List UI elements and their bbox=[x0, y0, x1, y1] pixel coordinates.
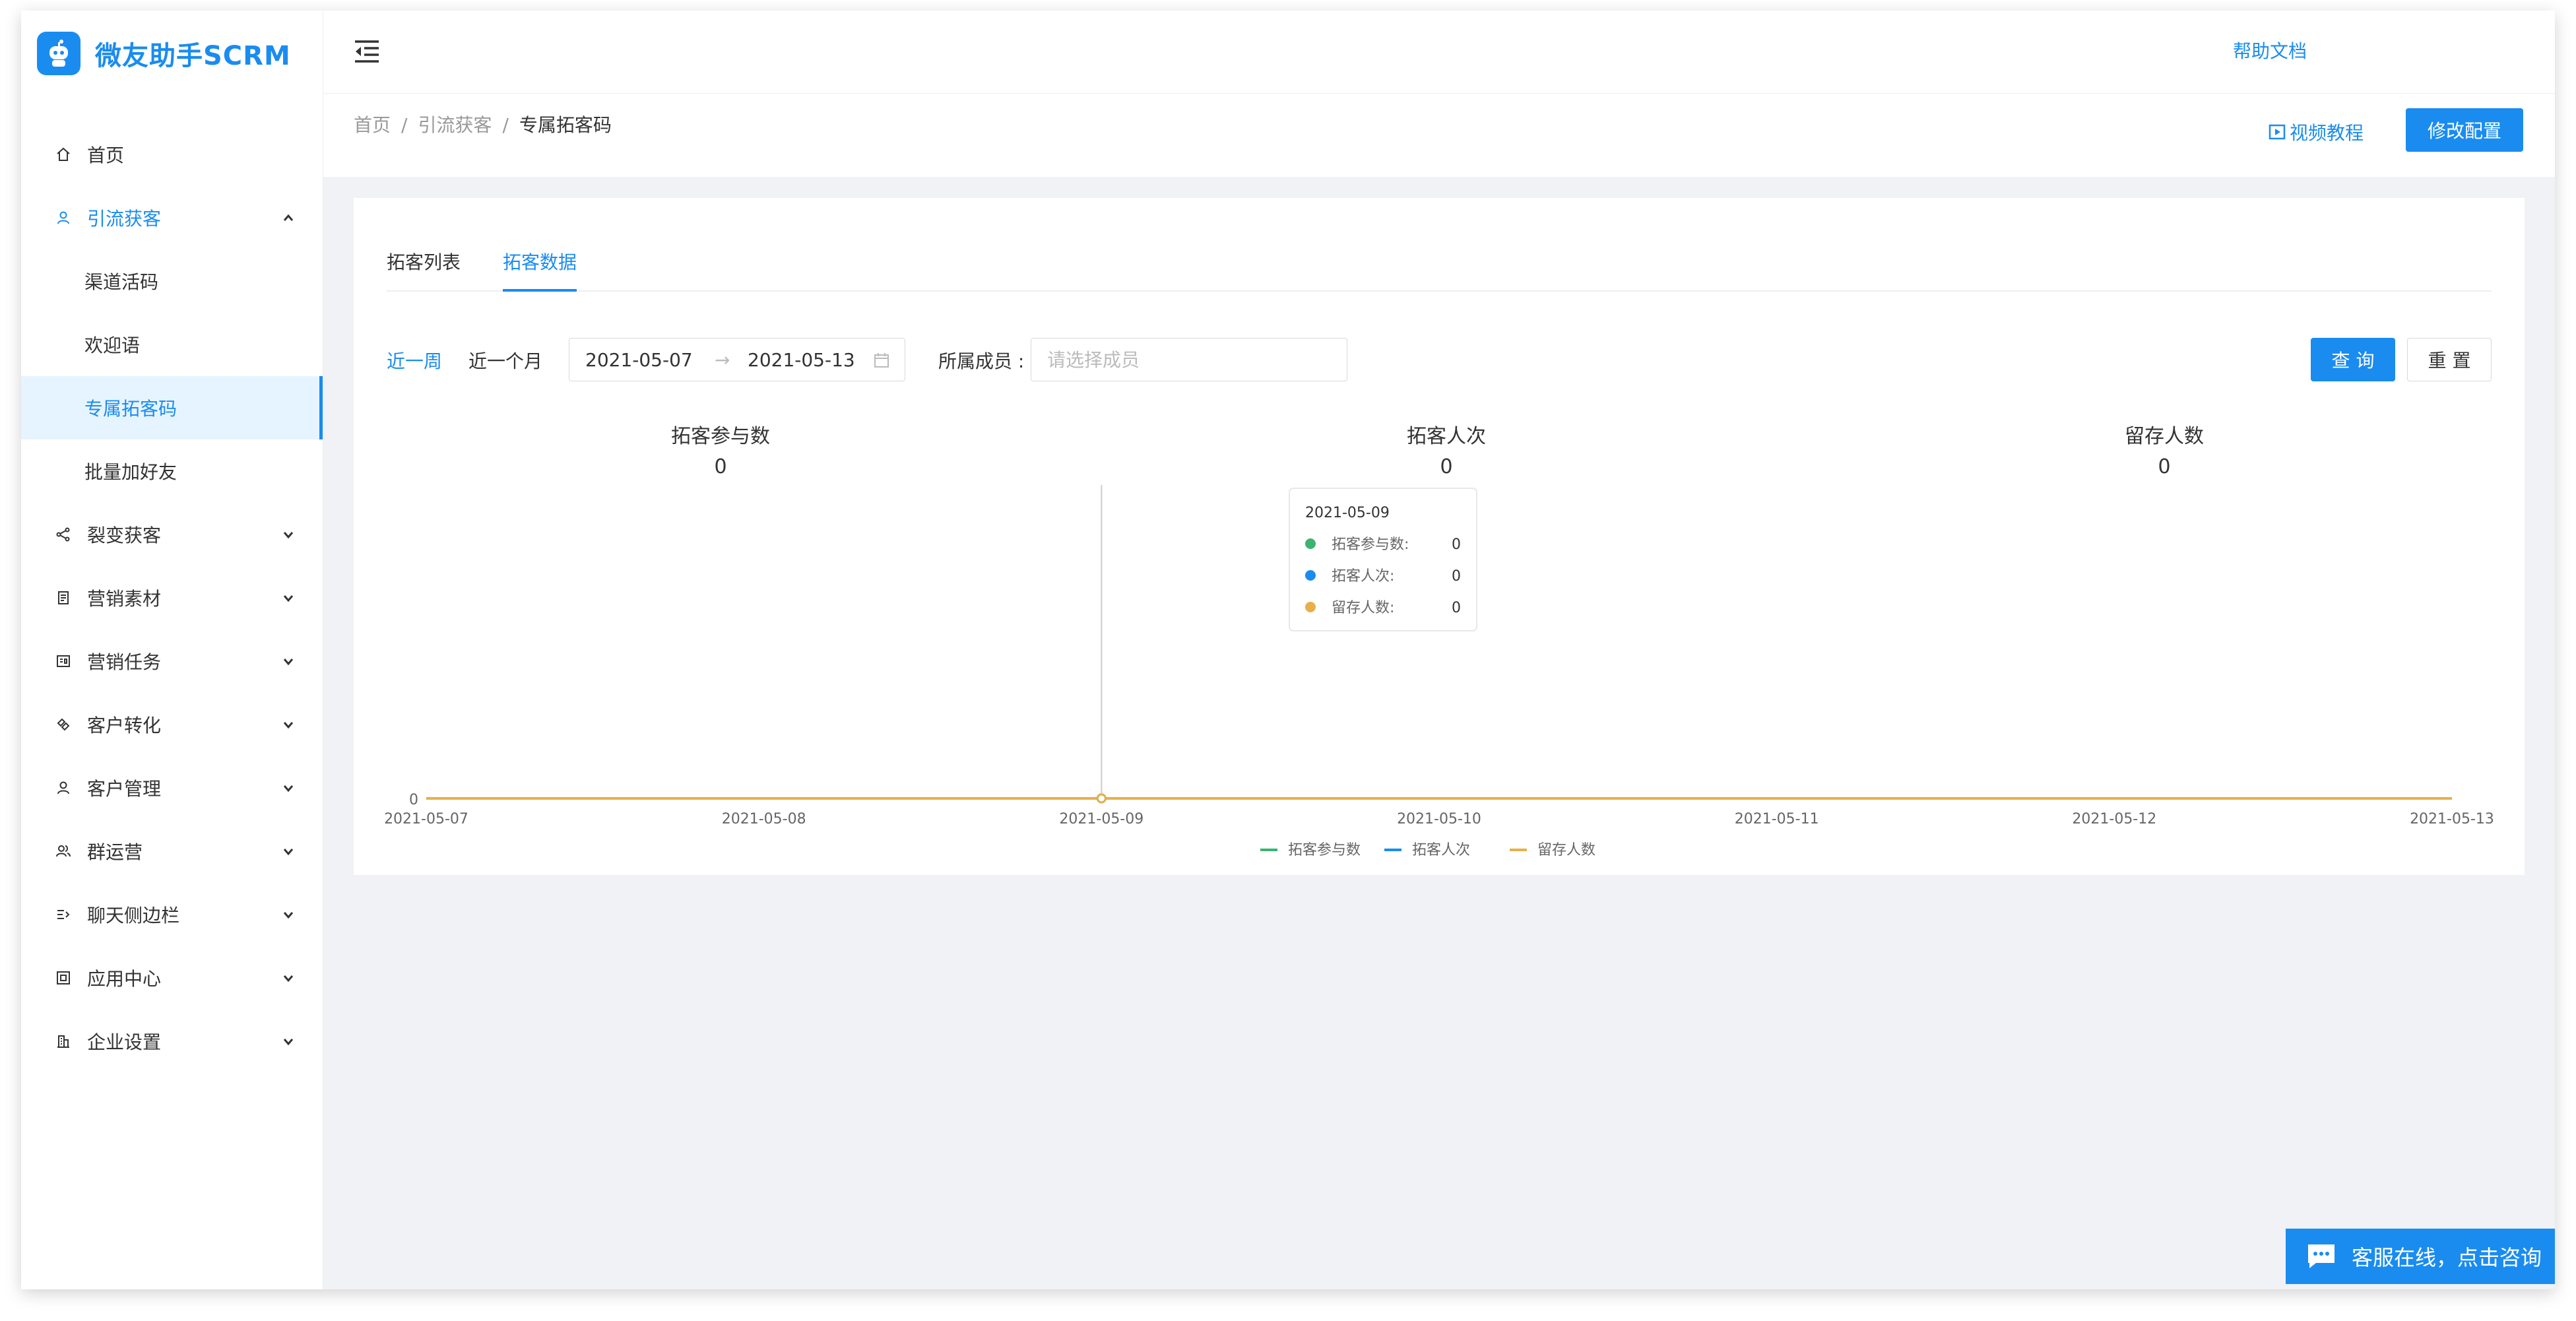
app-title: 微友助手SCRM bbox=[95, 41, 291, 71]
tooltip-dot bbox=[1305, 570, 1316, 581]
sidebar-item-customer-management[interactable]: 客户管理 bbox=[21, 756, 323, 820]
legend-label: 拓客人次 bbox=[1412, 842, 1470, 858]
sidebar-item-marketing-task[interactable]: 营销任务 bbox=[21, 629, 323, 693]
sidebar: 微友助手SCRM 首页 引流获客 渠道活码 欢迎语 专属拓客码 批量加好友 裂变… bbox=[21, 11, 323, 1289]
chevron-up-icon bbox=[283, 214, 294, 221]
person-icon bbox=[54, 779, 73, 797]
sidebar-item-app-center[interactable]: 应用中心 bbox=[21, 946, 323, 1010]
chevron-down-icon bbox=[283, 659, 294, 666]
chevron-down-icon bbox=[283, 595, 294, 602]
sidebar-item-label: 营销素材 bbox=[87, 588, 162, 610]
y-tick-label: 0 bbox=[409, 792, 418, 808]
sidebar-item-welcome[interactable]: 欢迎语 bbox=[21, 313, 323, 376]
app-icon bbox=[54, 969, 73, 987]
tooltip-row-value: 0 bbox=[1452, 600, 1461, 616]
breadcrumb-bar: 首页 / 引流获客 / 专属拓客码 视频教程 修改配置 bbox=[323, 94, 2555, 177]
tooltip-row-value: 0 bbox=[1452, 568, 1461, 585]
sidebar-item-label: 企业设置 bbox=[87, 1031, 162, 1053]
video-tutorial-link[interactable]: 视频教程 bbox=[2269, 119, 2364, 145]
x-tick-label: 2021-05-07 bbox=[384, 811, 468, 827]
menu-fold-icon[interactable] bbox=[354, 40, 380, 63]
customer-service-label: 客服在线，点击咨询 bbox=[2352, 1245, 2542, 1270]
help-docs-link[interactable]: 帮助文档 bbox=[2233, 37, 2307, 63]
building-icon bbox=[54, 1032, 73, 1050]
sidebar-item-batch-add[interactable]: 批量加好友 bbox=[21, 439, 323, 503]
chat-icon bbox=[2308, 1244, 2334, 1268]
chevron-down-icon bbox=[283, 912, 294, 919]
breadcrumb-separator: / bbox=[502, 114, 509, 136]
customer-service-button[interactable]: 客服在线，点击咨询 bbox=[2286, 1229, 2555, 1284]
app-window: 微友助手SCRM 首页 引流获客 渠道活码 欢迎语 专属拓客码 批量加好友 裂变… bbox=[21, 11, 2555, 1289]
sidebar-item-label: 裂变获客 bbox=[87, 525, 162, 546]
hover-point-2 bbox=[1096, 793, 1107, 804]
sidebar-item-label: 首页 bbox=[87, 145, 125, 166]
share-icon bbox=[54, 525, 73, 544]
breadcrumb: 首页 / 引流获客 / 专属拓客码 bbox=[354, 111, 612, 137]
sidebar-item-label: 批量加好友 bbox=[84, 461, 177, 483]
x-tick-label: 2021-05-09 bbox=[1059, 811, 1143, 827]
edit-config-button[interactable]: 修改配置 bbox=[2406, 108, 2523, 152]
sidebar-item-label: 客户管理 bbox=[87, 778, 162, 800]
chevron-down-icon bbox=[283, 722, 294, 729]
content-card: 拓客列表 拓客数据 近一周 近一个月 2021-05-07 → 2021-05-… bbox=[354, 198, 2525, 875]
sidebar-item-label: 欢迎语 bbox=[84, 335, 141, 356]
legend-label: 拓客参与数 bbox=[1288, 842, 1361, 858]
sidebar-item-label: 专属拓客码 bbox=[84, 398, 177, 420]
sidebar-item-customer-conversion[interactable]: 客户转化 bbox=[21, 693, 323, 756]
video-tutorial-label: 视频教程 bbox=[2289, 122, 2364, 144]
tooltip-row-value: 0 bbox=[1452, 536, 1461, 553]
chevron-down-icon bbox=[283, 849, 294, 856]
group-icon bbox=[54, 842, 73, 860]
chevron-down-icon bbox=[283, 1039, 294, 1046]
sidebar-item-home[interactable]: 首页 bbox=[21, 123, 323, 186]
sidebar-item-marketing-material[interactable]: 营销素材 bbox=[21, 566, 323, 629]
sidebar-item-lead-gen[interactable]: 引流获客 bbox=[21, 186, 323, 249]
chevron-down-icon bbox=[283, 975, 294, 983]
sidebar-item-label: 引流获客 bbox=[87, 208, 162, 230]
chevron-down-icon bbox=[283, 785, 294, 792]
task-icon bbox=[54, 652, 73, 670]
x-tick-label: 2021-05-13 bbox=[2410, 811, 2494, 827]
breadcrumb-parent[interactable]: 引流获客 bbox=[418, 114, 492, 136]
sidebar-item-exclusive-code[interactable]: 专属拓客码 bbox=[21, 376, 323, 439]
legend-label: 留存人数 bbox=[1537, 842, 1595, 858]
sidebar-item-channel-code[interactable]: 渠道活码 bbox=[21, 249, 323, 313]
tooltip-title: 2021-05-09 bbox=[1305, 505, 1390, 521]
play-icon bbox=[2269, 124, 2286, 140]
sidebar-item-chat-sidebar[interactable]: 聊天侧边栏 bbox=[21, 883, 323, 946]
sidebar-item-label: 渠道活码 bbox=[84, 271, 159, 293]
home-icon bbox=[54, 145, 73, 164]
tooltip-dot bbox=[1305, 538, 1316, 549]
sidebar-item-fission[interactable]: 裂变获客 bbox=[21, 503, 323, 566]
chevron-down-icon bbox=[283, 532, 294, 539]
tooltip-row-label: 留存人数: bbox=[1332, 600, 1394, 616]
sidebar-item-label: 营销任务 bbox=[87, 651, 162, 673]
breadcrumb-current: 专属拓客码 bbox=[519, 114, 612, 136]
x-tick-label: 2021-05-10 bbox=[1397, 811, 1481, 827]
x-tick-label: 2021-05-11 bbox=[1735, 811, 1819, 827]
logo[interactable]: 微友助手SCRM bbox=[37, 26, 291, 81]
sidebar-menu: 首页 引流获客 渠道活码 欢迎语 专属拓客码 批量加好友 裂变获客 营销素材 营… bbox=[21, 123, 323, 1073]
tooltip-dot bbox=[1305, 602, 1316, 612]
x-tick-label: 2021-05-08 bbox=[722, 811, 806, 827]
user-icon bbox=[54, 209, 73, 227]
sidebar-item-label: 聊天侧边栏 bbox=[87, 905, 180, 926]
sidebar-item-label: 客户转化 bbox=[87, 715, 162, 736]
sidebar-item-label: 应用中心 bbox=[87, 968, 162, 990]
breadcrumb-separator: / bbox=[401, 114, 408, 136]
breadcrumb-home[interactable]: 首页 bbox=[354, 114, 391, 136]
sidebar-item-label: 群运营 bbox=[87, 841, 143, 863]
robot-logo-icon bbox=[37, 32, 80, 75]
line-chart: 0 2021-05-07 2021-05-08 2021-05-09 2021-05-1… bbox=[384, 485, 2494, 858]
tooltip-row-label: 拓客参与数: bbox=[1332, 536, 1409, 553]
sidebar-item-group-ops[interactable]: 群运营 bbox=[21, 820, 323, 883]
x-tick-label: 2021-05-12 bbox=[2072, 811, 2156, 827]
top-header: 帮助文档 bbox=[323, 11, 2555, 94]
sidebar-item-enterprise-settings[interactable]: 企业设置 bbox=[21, 1010, 323, 1073]
convert-icon bbox=[54, 715, 73, 734]
tooltip-row-label: 拓客人次: bbox=[1332, 568, 1394, 585]
sidebar-icon bbox=[54, 905, 73, 924]
document-icon bbox=[54, 589, 73, 607]
